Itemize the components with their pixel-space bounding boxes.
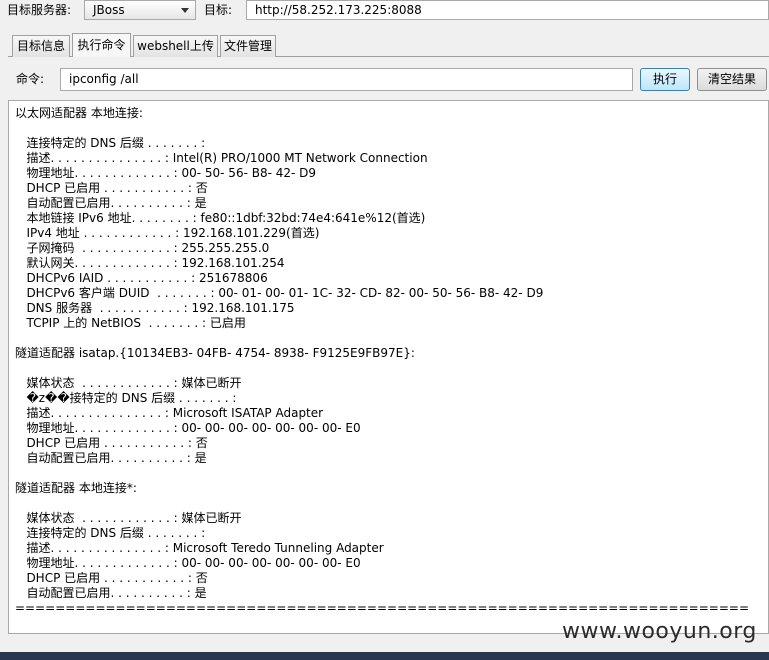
bottom-strip (0, 652, 769, 660)
tab-file-manager[interactable]: 文件管理 (220, 35, 276, 57)
server-label: 目标服务器: (7, 3, 72, 17)
top-toolbar: 目标服务器: JBoss 目标: http://58.252.173.225:8… (0, 0, 769, 24)
server-select-value: JBoss (93, 3, 125, 17)
execute-button[interactable]: 执行 (640, 68, 690, 91)
tab-target-info[interactable]: 目标信息 (12, 35, 70, 57)
target-label: 目标: (204, 3, 233, 17)
chevron-down-icon (181, 8, 189, 13)
tab-execute-command[interactable]: 执行命令 (72, 33, 131, 57)
watermark: www.wooyun.org (562, 619, 757, 644)
server-select[interactable]: JBoss (84, 0, 196, 20)
command-input[interactable]: ipconfig /all (60, 68, 633, 91)
command-output[interactable]: 以太网适配器 本地连接: 连接特定的 DNS 后缀 . . . . . . . … (8, 100, 769, 634)
tab-webshell-upload[interactable]: webshell上传 (133, 35, 218, 57)
clear-results-button[interactable]: 清空结果 (697, 68, 767, 91)
command-label: 命令: (16, 72, 45, 86)
output-text: 以太网适配器 本地连接: 连接特定的 DNS 后缀 . . . . . . . … (15, 106, 749, 615)
target-url-input[interactable]: http://58.252.173.225:8088 (246, 0, 769, 20)
